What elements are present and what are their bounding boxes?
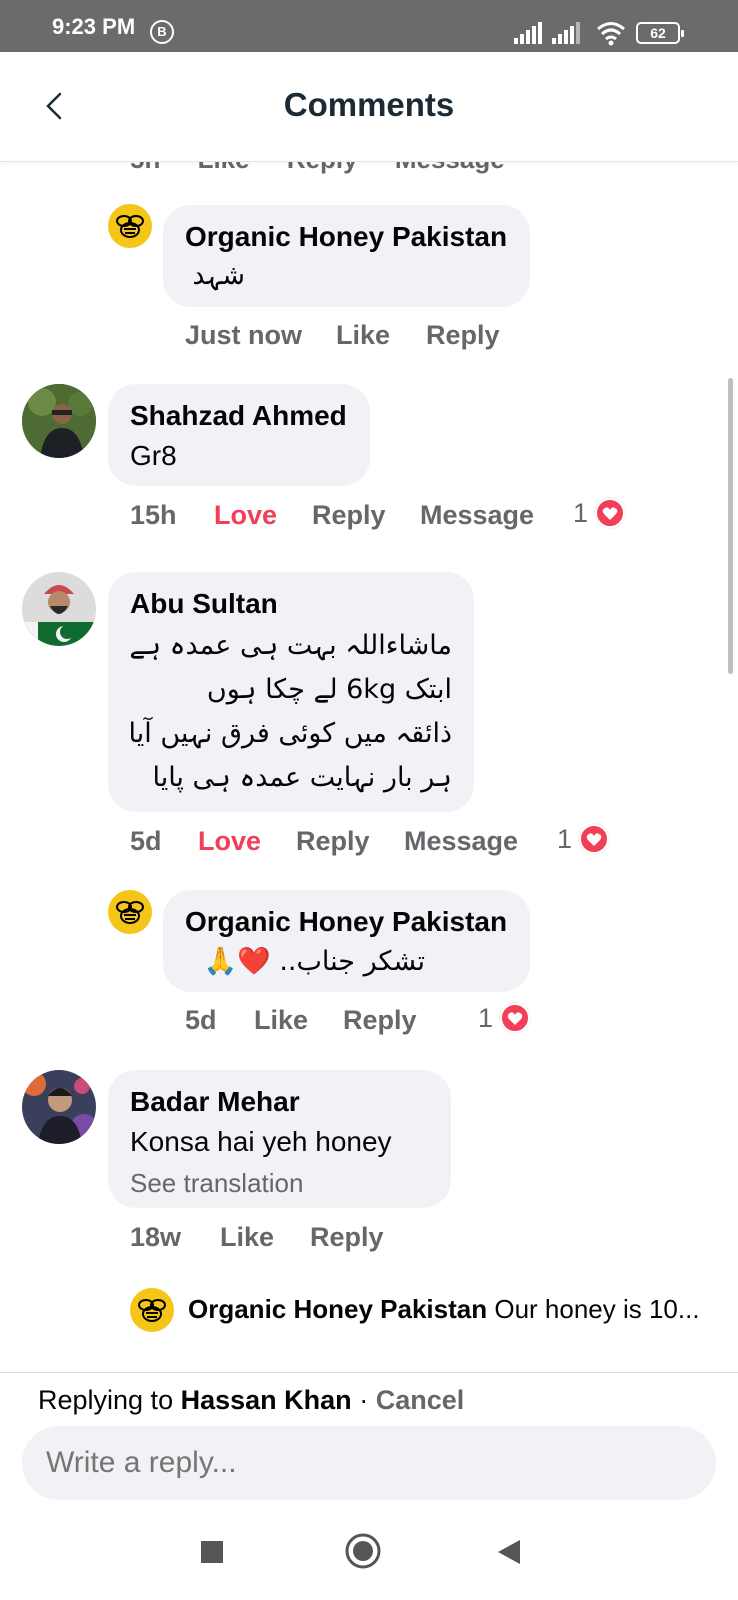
status-bar: 9:23 PM B 62 (0, 0, 738, 52)
comment-time: 18w (130, 1222, 182, 1252)
organic-honey-avatar[interactable] (108, 204, 152, 248)
abu-sultan-avatar[interactable] (22, 572, 96, 646)
organic-honey-avatar[interactable] (130, 1288, 174, 1332)
preview-text: Our honey is 10... (494, 1294, 700, 1324)
status-time: 9:23 PM (52, 14, 136, 39)
bee-icon (138, 1299, 166, 1322)
message-button[interactable]: Message (404, 826, 518, 857)
comment-text: تشکر جناب.. ❤️🙏 (203, 946, 425, 977)
bee-icon (116, 215, 144, 238)
person-photo-icon (22, 1070, 96, 1144)
reply-preview[interactable]: Organic Honey Pakistan Our honey is 10..… (188, 1294, 728, 1325)
reaction-count[interactable]: 1 (478, 1003, 493, 1034)
reply-button[interactable]: Reply (296, 826, 370, 857)
person-photo-icon (22, 572, 96, 646)
reply-button[interactable]: Reply (310, 1222, 384, 1253)
separator: · (359, 1385, 369, 1415)
preview-author: Organic Honey Pakistan (188, 1294, 488, 1324)
reaction-count[interactable]: 1 (573, 498, 588, 529)
reply-input[interactable] (22, 1426, 716, 1500)
page-title: Comments (283, 86, 455, 123)
replying-target: Hassan Khan (180, 1385, 352, 1415)
comment-text-line: ابتک 6kg لے چکا ہوں (206, 674, 452, 705)
comment-text: شہد (192, 260, 245, 291)
comment-time: 5d (130, 826, 162, 856)
comment-author[interactable]: Abu Sultan (130, 588, 278, 620)
comments-header: Comments (0, 52, 738, 162)
clipped-action-row: 5h Like Reply Message (130, 162, 505, 175)
comments-list[interactable]: 5h Like Reply Message Organic Honey Paki… (0, 162, 738, 1372)
comment-author[interactable]: Organic Honey Pakistan (185, 906, 507, 938)
comment-text: Konsa hai yeh honey (130, 1126, 392, 1157)
heart-reaction-icon (579, 824, 609, 854)
wifi-icon (597, 22, 625, 46)
comment-time: 15h (130, 500, 177, 530)
reply-button[interactable]: Reply (426, 320, 500, 351)
b-badge-icon: B (150, 20, 174, 44)
reaction-count[interactable]: 1 (557, 824, 572, 855)
heart-reaction-icon (595, 498, 625, 528)
comment-bubble: Organic Honey Pakistan تشکر جناب.. ❤️🙏 (163, 890, 530, 992)
message-button[interactable]: Message (420, 500, 534, 531)
love-button[interactable]: Love (214, 500, 277, 531)
heart-reaction-icon (500, 1003, 530, 1033)
replying-prefix: Replying to (38, 1385, 174, 1415)
comment-author[interactable]: Shahzad Ahmed (130, 400, 347, 432)
battery-icon: 62 (636, 22, 684, 44)
recent-apps-icon[interactable] (200, 1540, 224, 1564)
comment-text-line: ذائقہ میں کوئی فرق نہیں آیا (128, 718, 452, 749)
love-button[interactable]: Love (198, 826, 261, 857)
shahzad-avatar[interactable] (22, 384, 96, 458)
comment-bubble: Abu Sultan ماشاءاللہ بہت ہی عمدہ ہے ابتک… (108, 572, 474, 812)
signal-2-icon (552, 20, 582, 44)
comment-time: 5d (185, 1005, 217, 1035)
system-nav-bar (0, 1512, 738, 1600)
see-translation-link[interactable]: See translation (130, 1168, 303, 1199)
home-icon[interactable] (344, 1532, 382, 1570)
scrollbar[interactable] (728, 378, 733, 674)
comment-time: Just now (185, 320, 303, 350)
bee-icon (116, 901, 144, 924)
comment-bubble: Organic Honey Pakistan شہد (163, 205, 530, 307)
like-button[interactable]: Like (336, 320, 390, 351)
comment-text-line: ماشاءاللہ بہت ہی عمدہ ہے (129, 630, 452, 661)
reply-bar: Replying to Hassan Khan · Cancel (0, 1372, 738, 1500)
reply-button[interactable]: Reply (343, 1005, 417, 1036)
back-nav-icon[interactable] (496, 1538, 522, 1566)
badar-mehar-avatar[interactable] (22, 1070, 96, 1144)
comment-bubble: Badar Mehar Konsa hai yeh honey See tran… (108, 1070, 451, 1208)
signal-icon (514, 20, 544, 44)
comment-text-line: ہر بار نہایت عمدہ ہی پایا (152, 762, 452, 793)
reply-button[interactable]: Reply (312, 500, 386, 531)
like-button[interactable]: Like (220, 1222, 274, 1253)
comment-text: Gr8 (130, 440, 177, 471)
like-button[interactable]: Like (254, 1005, 308, 1036)
organic-honey-avatar[interactable] (108, 890, 152, 934)
cancel-reply-button[interactable]: Cancel (376, 1385, 465, 1415)
comment-author[interactable]: Badar Mehar (130, 1086, 300, 1118)
comment-author[interactable]: Organic Honey Pakistan (185, 221, 507, 253)
person-photo-icon (22, 384, 96, 458)
comment-bubble: Shahzad Ahmed Gr8 (108, 384, 370, 486)
replying-to-label: Replying to Hassan Khan · Cancel (38, 1385, 464, 1416)
